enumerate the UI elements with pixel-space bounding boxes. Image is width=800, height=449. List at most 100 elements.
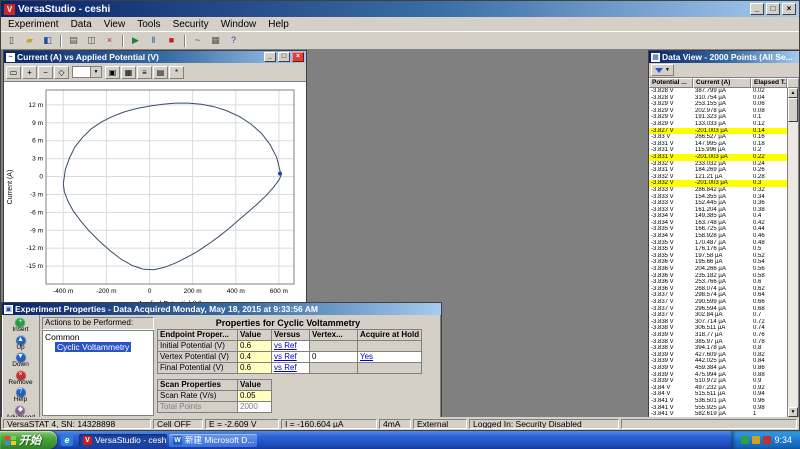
table-row[interactable]: -3.833 V286.842 µA0.32 [649,187,787,194]
versus-link[interactable]: vs Ref [274,363,297,372]
versus-link[interactable]: vs Ref [274,352,297,361]
table-row[interactable]: -3.835 V197.58 µA0.52 [649,253,787,260]
table-row[interactable]: -3.839 V442.025 µA0.84 [649,358,787,365]
table-row[interactable]: -3.838 V385.97 µA0.78 [649,339,787,346]
chart-print-icon[interactable]: ▤ [153,66,168,79]
chart-mode-dropdown[interactable]: ▼ [72,66,102,78]
taskbar-task-1[interactable]: W新建 Microsoft D... [169,434,257,447]
open-folder-icon[interactable]: ▰ [21,33,38,48]
data-view-scrollbar[interactable]: ▲ ▼ [787,88,798,417]
minimize-button[interactable]: _ [750,3,764,15]
run-icon[interactable]: ▶ [127,33,144,48]
cv-chart[interactable]: -400 m-200 m0200 m400 m600 m12 m9 m6 m3 … [4,82,304,310]
table-row[interactable]: -3.83 V266.527 µA0.16 [649,134,787,141]
menu-security[interactable]: Security [167,19,215,30]
table-row[interactable]: -3.836 V204.266 µA0.56 [649,266,787,273]
properties-title-bar[interactable]: ▣ Experiment Properties - Data Acquired … [2,303,441,315]
table-row[interactable]: -3.836 V268.074 µA0.62 [649,286,787,293]
endpoint-value-cell[interactable]: 0.4 [238,352,272,363]
zoom-in-icon[interactable]: + [22,66,37,79]
table-row[interactable]: -3.832 V233.032 µA0.24 [649,161,787,168]
table-row[interactable]: -3.835 V176.176 µA0.5 [649,246,787,253]
table-row[interactable]: -3.837 V302.84 µA0.7 [649,312,787,319]
versus-link[interactable]: vs Ref [274,341,297,350]
filter-button[interactable]: ▼ [651,64,674,76]
select-icon[interactable]: ▭ [6,66,21,79]
grid-icon[interactable]: ▦ [121,66,136,79]
table-row[interactable]: -3.836 V253.766 µA0.6 [649,279,787,286]
chart-close-button[interactable]: × [292,52,304,62]
taskbar-task-0[interactable]: VVersaStudio - ceshi [79,434,167,447]
table-row[interactable]: -3.839 V459.384 µA0.86 [649,365,787,372]
chart-minimize-button[interactable]: _ [264,52,276,62]
new-file-icon[interactable]: ▯ [3,33,20,48]
action-item-cyclic-voltammetry[interactable]: Cyclic Voltammetry [55,342,131,352]
tray-volume-icon[interactable] [752,436,760,444]
table-row[interactable]: -3.837 V296.594 µA0.68 [649,306,787,313]
table-row[interactable]: -3.834 V149.385 µA0.4 [649,213,787,220]
table-row[interactable]: -3.838 V394.178 µA0.8 [649,345,787,352]
scan-value-cell[interactable]: 0.05 [238,391,272,402]
save-icon[interactable]: ◧ [39,33,56,48]
legend-icon[interactable]: ≡ [137,66,152,79]
print-icon[interactable]: ▤ [65,33,82,48]
endpoint-value-cell[interactable]: 0.6 [238,363,272,374]
table-row[interactable]: -3.837 V290.599 µA0.66 [649,299,787,306]
insert-button[interactable]: +Insert [12,317,28,334]
delete-icon[interactable]: × [101,33,118,48]
table-row[interactable]: -3.833 V154.355 µA0.34 [649,194,787,201]
scrollbar-up-button[interactable]: ▲ [788,88,798,98]
table-row[interactable]: -3.831 V147.995 µA0.18 [649,141,787,148]
up-button[interactable]: ▲Up [16,335,26,352]
endpoint-vertex-cell[interactable]: 0 [310,352,358,363]
column-header-1[interactable]: Current (A) [693,78,751,88]
table-row[interactable]: -3.833 V161.204 µA0.38 [649,207,787,214]
table-row[interactable]: -3.832 V-201.003 µA0.3 [649,180,787,187]
pause-icon[interactable]: ‖ [145,33,162,48]
pan-icon[interactable]: ◇ [54,66,69,79]
acquire-link[interactable]: Yes [360,352,373,361]
table-row[interactable]: -3.84 V497.232 µA0.92 [649,385,787,392]
quick-launch-ie-icon[interactable]: e [61,434,73,446]
scrollbar-thumb[interactable] [788,98,798,122]
table-row[interactable]: -3.836 V195.66 µA0.54 [649,259,787,266]
table-row[interactable]: -3.839 V510.972 µA0.9 [649,378,787,385]
chart-maximize-button[interactable]: □ [278,52,290,62]
data-view-title-bar[interactable]: ▦ Data View - 2000 Points (All Se... [649,51,799,63]
table-row[interactable]: -3.828 V310.754 µA0.04 [649,95,787,102]
menu-tools[interactable]: Tools [131,19,166,30]
copy-icon[interactable]: ◫ [83,33,100,48]
table-row[interactable]: -3.833 V152.445 µA0.36 [649,200,787,207]
table-row[interactable]: -3.839 V318.77 µA0.76 [649,332,787,339]
column-header-2[interactable]: Elapsed T... [751,78,787,88]
column-header-0[interactable]: Potential ... [649,78,693,88]
menu-experiment[interactable]: Experiment [2,19,65,30]
table-row[interactable]: -3.827 V-201.003 µA0.14 [649,128,787,135]
table-row[interactable]: -3.837 V298.574 µA0.64 [649,292,787,299]
axes-icon[interactable]: ▣ [105,66,120,79]
table-row[interactable]: -3.835 V170.487 µA0.48 [649,240,787,247]
table-row[interactable]: -3.831 V115.996 µA0.2 [649,147,787,154]
scrollbar-down-button[interactable]: ▼ [788,407,798,417]
table-row[interactable]: -3.838 V307.714 µA0.72 [649,319,787,326]
help-button[interactable]: ?Help [14,387,27,404]
menu-help[interactable]: Help [262,19,295,30]
stop-icon[interactable]: ■ [163,33,180,48]
close-button[interactable]: × [782,3,796,15]
table-row[interactable]: -3.831 V184.269 µA0.26 [649,167,787,174]
table-row[interactable]: -3.829 V133.033 µA0.12 [649,121,787,128]
chart-settings-icon[interactable]: * [169,66,184,79]
table-row[interactable]: -3.834 V163.748 µA0.42 [649,220,787,227]
remove-button[interactable]: ×Remove [8,370,32,387]
table-row[interactable]: -3.84 V515.511 µA0.94 [649,391,787,398]
advanced-button[interactable]: ◆Advanced [6,405,35,418]
app-title-bar[interactable]: V VersaStudio - ceshi _□× [1,1,799,17]
taskbar-clock[interactable]: 9:34 [774,435,792,445]
table-row[interactable]: -3.841 V555.925 µA0.98 [649,405,787,412]
chart-title-bar[interactable]: ~ Current (A) vs Applied Potential (V) _… [4,51,306,63]
table-row[interactable]: -3.832 V121.21 µA0.28 [649,174,787,181]
menu-window[interactable]: Window [215,19,263,30]
help-icon[interactable]: ? [225,33,242,48]
table-row[interactable]: -3.828 V387.799 µA0.02 [649,88,787,95]
table-row[interactable]: -3.835 V166.725 µA0.44 [649,226,787,233]
